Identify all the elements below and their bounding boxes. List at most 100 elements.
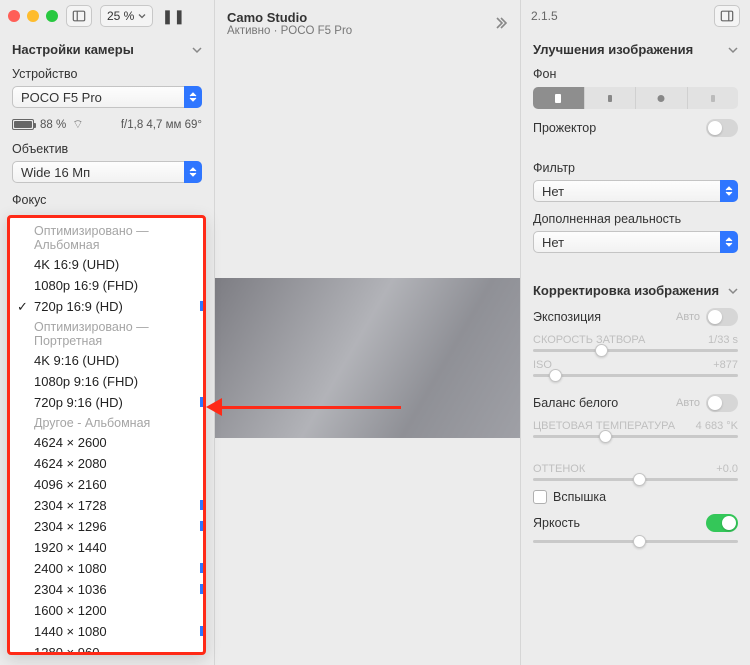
- app-subtitle: Активно · POCO F5 Pro: [227, 25, 352, 37]
- center-panel: Camo Studio Активно · POCO F5 Pro: [215, 0, 520, 665]
- chevron-down-icon: [728, 45, 738, 55]
- bg-option-4[interactable]: [688, 87, 739, 109]
- lens-value: Wide 16 Мп: [21, 165, 90, 180]
- enhancements-header[interactable]: Улучшения изображения: [521, 32, 750, 63]
- tint-slider[interactable]: [533, 478, 738, 481]
- pause-button[interactable]: ❚❚: [161, 5, 185, 27]
- exposure-auto-toggle[interactable]: [706, 308, 738, 326]
- resolution-option[interactable]: 4624 × 2600: [10, 432, 203, 453]
- ar-value: Нет: [542, 235, 564, 250]
- brightness-slider-row: [521, 536, 750, 546]
- resolution-option[interactable]: 4K 16:9 (UHD): [10, 254, 203, 275]
- updown-icon: [720, 180, 738, 202]
- resolution-group-header: Оптимизировано — Портретная: [10, 317, 203, 350]
- resolution-option[interactable]: 4K 9:16 (UHD): [10, 350, 203, 371]
- spotlight-toggle[interactable]: [706, 119, 738, 137]
- filter-select[interactable]: Нет: [533, 180, 738, 202]
- focus-label: Фокус: [0, 189, 214, 210]
- spotlight-row: Прожектор: [521, 115, 750, 141]
- shutter-label: СКОРОСТЬ ЗАТВОРА: [533, 334, 645, 346]
- bg-label: Фон: [521, 63, 750, 84]
- lens-select[interactable]: Wide 16 Мп: [12, 161, 202, 183]
- lens-label: Объектив: [0, 138, 214, 159]
- resolution-option[interactable]: 1280 × 960: [10, 642, 203, 655]
- video-preview: [215, 278, 520, 438]
- titlebar: 25 % ❚❚: [0, 0, 214, 32]
- resolution-option[interactable]: 2304 × 1296: [10, 516, 203, 537]
- iso-value: +877: [713, 359, 738, 371]
- toggle-right-sidebar-button[interactable]: [714, 5, 740, 27]
- window-controls: [8, 10, 58, 22]
- camera-settings-header[interactable]: Настройки камеры: [0, 32, 214, 63]
- wb-auto-label: Авто: [676, 397, 700, 409]
- bg-option-2[interactable]: [585, 87, 637, 109]
- close-icon[interactable]: [8, 10, 20, 22]
- preview-area: [215, 46, 520, 665]
- flash-row[interactable]: Вспышка: [521, 484, 750, 510]
- annotation-arrow: [211, 406, 401, 409]
- iso-slider[interactable]: [533, 374, 738, 377]
- coltemp-row: ЦВЕТОВАЯ ТЕМПЕРАТУРА 4 683 °K: [521, 416, 750, 441]
- device-status-row: 88 % ⌔ f/1,8 4,7 мм 69°: [0, 114, 214, 138]
- highlight-marker: [200, 301, 203, 311]
- device-value: POCO F5 Pro: [21, 90, 102, 105]
- resolution-group-header: Другое - Альбомная: [10, 413, 203, 432]
- resolution-option[interactable]: 1440 × 1080: [10, 621, 203, 642]
- updown-icon: [720, 231, 738, 253]
- battery-pct: 88 %: [40, 119, 66, 131]
- resolution-option[interactable]: 2304 × 1728: [10, 495, 203, 516]
- toggle-sidebar-button[interactable]: [66, 5, 92, 27]
- minimize-icon[interactable]: [27, 10, 39, 22]
- brightness-toggle[interactable]: [706, 514, 738, 532]
- tint-value: +0.0: [716, 463, 738, 475]
- zoom-select[interactable]: 25 %: [100, 5, 153, 27]
- highlight-marker: [200, 563, 203, 573]
- brightness-row: Яркость: [521, 510, 750, 536]
- collapse-icon[interactable]: [492, 15, 508, 31]
- shutter-slider[interactable]: [533, 349, 738, 352]
- bg-option-1[interactable]: [533, 87, 585, 109]
- brightness-slider[interactable]: [533, 540, 738, 543]
- resolution-option[interactable]: 4624 × 2080: [10, 453, 203, 474]
- device-select[interactable]: POCO F5 Pro: [12, 86, 202, 108]
- wifi-icon: ⌔: [72, 117, 83, 132]
- resolution-option[interactable]: 1080p 16:9 (FHD): [10, 275, 203, 296]
- left-sidebar: 25 % ❚❚ Настройки камеры Устройство POCO…: [0, 0, 215, 665]
- ar-select[interactable]: Нет: [533, 231, 738, 253]
- resolution-group-header: Оптимизировано — Альбомная: [10, 221, 203, 254]
- maximize-icon[interactable]: [46, 10, 58, 22]
- battery-icon: [12, 119, 34, 130]
- correction-title: Корректировка изображения: [533, 283, 719, 298]
- coltemp-value: 4 683 °K: [696, 420, 738, 432]
- bg-option-3[interactable]: [636, 87, 688, 109]
- flash-checkbox[interactable]: [533, 490, 547, 504]
- resolution-option[interactable]: 720p 9:16 (HD): [10, 392, 203, 413]
- resolution-option[interactable]: 1920 × 1440: [10, 537, 203, 558]
- center-header: Camo Studio Активно · POCO F5 Pro: [215, 0, 520, 46]
- correction-header[interactable]: Корректировка изображения: [521, 273, 750, 304]
- spotlight-label: Прожектор: [533, 121, 596, 135]
- exposure-label: Экспозиция: [533, 310, 601, 324]
- resolution-option[interactable]: 720p 16:9 (HD): [10, 296, 203, 317]
- bg-segmented[interactable]: [533, 87, 738, 109]
- highlight-marker: [200, 500, 203, 510]
- right-sidebar: 2.1.5 Улучшения изображения Фон Прожекто…: [520, 0, 750, 665]
- resolution-option[interactable]: 2400 × 1080: [10, 558, 203, 579]
- resolution-option[interactable]: 2304 × 1036: [10, 579, 203, 600]
- chevron-down-icon: [138, 12, 146, 20]
- app-title: Camo Studio: [227, 10, 352, 25]
- resolution-dropdown[interactable]: Оптимизировано — Альбомная4K 16:9 (UHD)1…: [7, 215, 206, 655]
- shutter-value: 1/33 s: [708, 334, 738, 346]
- exposure-auto-label: Авто: [676, 311, 700, 323]
- coltemp-slider[interactable]: [533, 435, 738, 438]
- resolution-option[interactable]: 4096 × 2160: [10, 474, 203, 495]
- chevron-down-icon: [192, 45, 202, 55]
- resolution-option[interactable]: 1600 × 1200: [10, 600, 203, 621]
- wb-row: Баланс белого Авто: [521, 390, 750, 416]
- lens-info: f/1,8 4,7 мм 69°: [121, 119, 202, 131]
- wb-auto-toggle[interactable]: [706, 394, 738, 412]
- updown-icon: [184, 161, 202, 183]
- shutter-row: СКОРОСТЬ ЗАТВОРА 1/33 s: [521, 330, 750, 355]
- resolution-option[interactable]: 1080p 9:16 (FHD): [10, 371, 203, 392]
- highlight-marker: [200, 584, 203, 594]
